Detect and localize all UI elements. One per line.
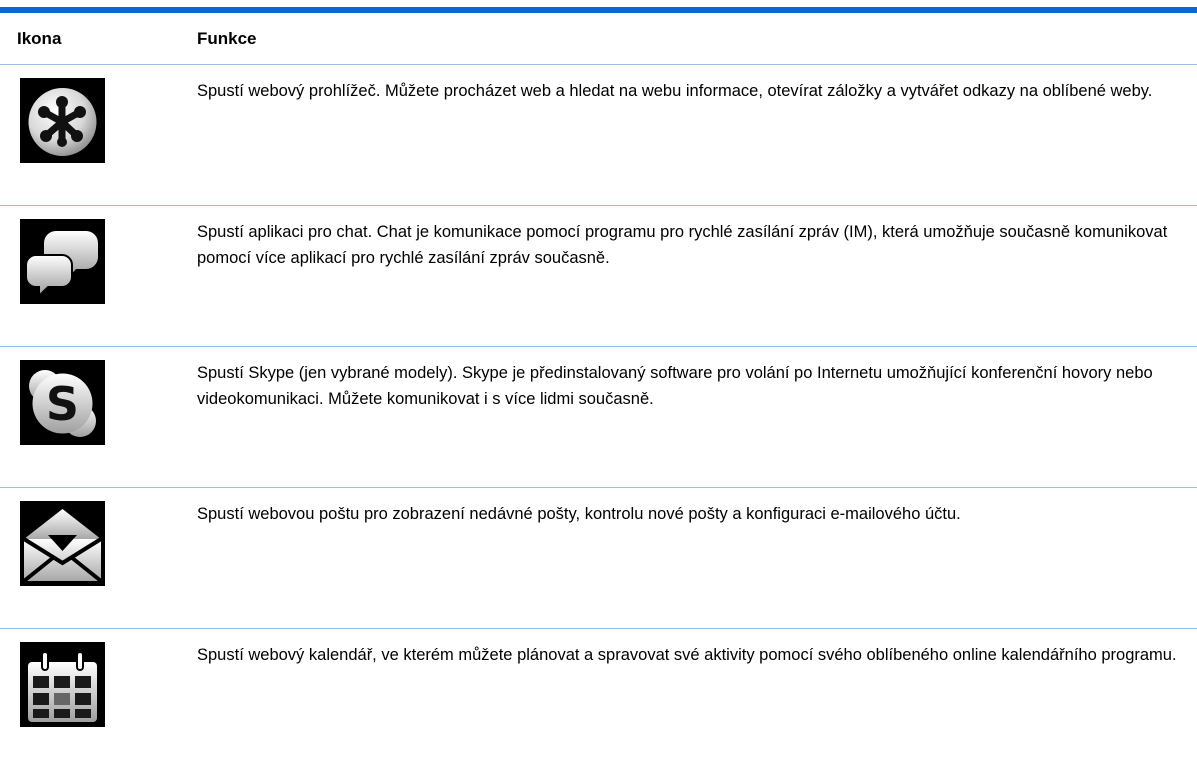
svg-text:S: S: [46, 377, 79, 431]
icon-cell: S: [0, 347, 197, 488]
icon-cell: [0, 65, 197, 206]
table-row: Spustí webovou poštu pro zobrazení nedáv…: [0, 488, 1197, 629]
icon-cell: [0, 488, 197, 629]
table-row: Spustí aplikaci pro chat. Chat je komuni…: [0, 206, 1197, 347]
webmail-envelope-icon: [20, 501, 105, 586]
function-text: Spustí webovou poštu pro zobrazení nedáv…: [197, 488, 1197, 629]
table-header-row: Ikona Funkce: [0, 13, 1197, 65]
function-text: Spustí Skype (jen vybrané modely). Skype…: [197, 347, 1197, 488]
web-browser-icon: [20, 78, 105, 163]
icon-function-table: Ikona Funkce: [0, 13, 1197, 759]
table-row: Spustí webový kalendář, ve kterém můžete…: [0, 629, 1197, 759]
chat-bubbles-icon: [20, 219, 105, 304]
header-function: Funkce: [197, 13, 1197, 65]
skype-icon: S: [20, 360, 105, 445]
function-text: Spustí webový prohlížeč. Můžete procháze…: [197, 65, 1197, 206]
icon-cell: [0, 206, 197, 347]
function-text: Spustí webový kalendář, ve kterém můžete…: [197, 629, 1197, 759]
calendar-icon: [20, 642, 105, 727]
table-row: Spustí webový prohlížeč. Můžete procháze…: [0, 65, 1197, 206]
icon-cell: [0, 629, 197, 759]
table-row: S Spustí Skype (jen vybrané modely). Sky…: [0, 347, 1197, 488]
header-icon: Ikona: [0, 13, 197, 65]
function-text: Spustí aplikaci pro chat. Chat je komuni…: [197, 206, 1197, 347]
